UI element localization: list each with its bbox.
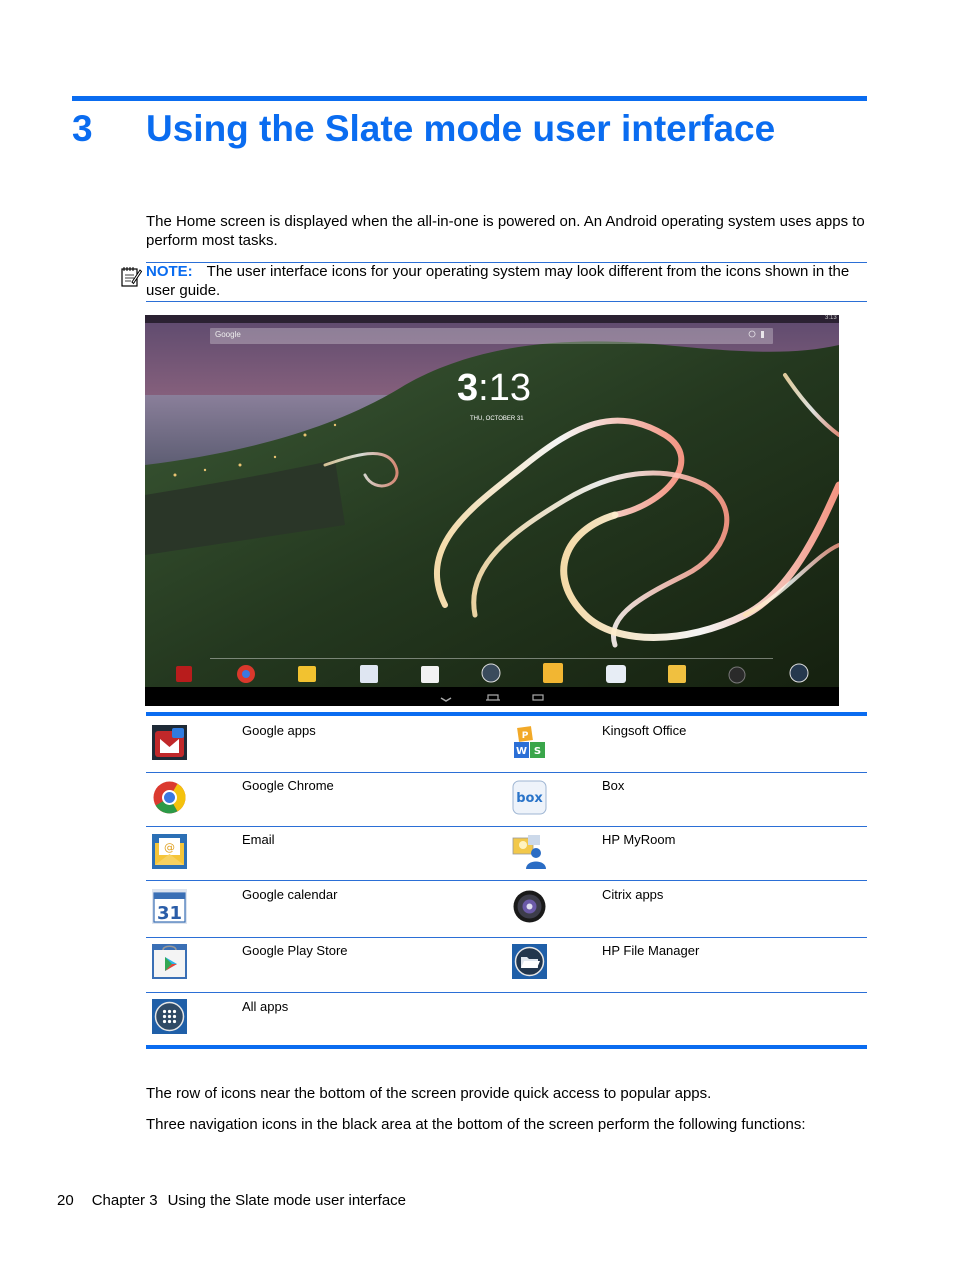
clock-widget: 3:13 [457,367,531,410]
home-screen-screenshot: Google 3:13 3:13 THU, OCTOBER 31 [145,315,839,706]
clock-hour: 3 [457,367,479,409]
box-icon[interactable] [606,665,626,683]
app-label: Google Play Store [242,943,348,958]
svg-text:P: P [522,731,529,741]
svg-text:@: @ [164,841,175,854]
chapter-number: 3 [72,108,93,149]
note-icon [121,267,142,287]
page-number: 20 [57,1192,74,1209]
page-footer: 20 Chapter 3 Using the Slate mode user int… [57,1192,406,1209]
note-bottom-rule [146,301,867,302]
clock-date: THU, OCTOBER 31 [470,416,524,422]
clock-minutes: :13 [478,367,531,409]
hp-myroom-icon[interactable] [668,665,686,683]
chrome-icon [153,781,186,814]
intro-paragraph: The Home screen is displayed when the al… [146,213,865,249]
table-row-rule [146,937,867,938]
file-manager-icon [512,944,547,979]
table-bottom-rule [146,1045,867,1049]
calendar-day: 31 [157,903,182,924]
app-label: Google apps [242,723,316,738]
app-label: All apps [242,999,289,1014]
calendar-icon[interactable] [360,665,378,683]
note-label: NOTE: [146,263,193,280]
kingsoft-office-icon: P W S [512,725,547,760]
table-row-rule [146,826,867,827]
chapter-rule [72,96,867,101]
citrix-icon[interactable] [728,666,746,684]
app-label: Kingsoft Office [602,723,687,738]
table-top-rule [146,712,867,716]
box-logo-text: box [516,791,543,806]
search-bar-label[interactable]: Google [215,330,241,339]
chapter-title: Using the Slate mode user interface [146,108,776,149]
svg-text:S: S [534,746,541,757]
google-apps-icon [152,725,187,760]
table-row-rule [146,992,867,993]
app-label: Google Chrome [242,778,334,793]
mic-icon[interactable] [761,331,764,338]
svg-text:W: W [516,746,527,757]
hp-myroom-icon [512,835,546,869]
app-label: HP MyRoom [602,832,676,847]
box-icon: box [512,780,547,815]
app-label: Email [242,832,275,847]
body-paragraph: The row of icons near the bottom of the … [146,1085,712,1102]
app-label: Google calendar [242,887,338,902]
calendar-icon: 31 [152,889,187,924]
kingsoft-office-icon[interactable] [543,663,563,683]
app-label: Box [602,778,625,793]
play-store-icon[interactable] [421,666,439,683]
all-apps-icon[interactable] [481,663,501,683]
footer-chapter: Chapter 3 [91,1192,158,1209]
note-text: The user interface icons for your operat… [146,263,850,299]
citrix-icon [513,890,546,923]
play-store-icon [152,944,187,979]
file-manager-icon[interactable] [789,663,809,683]
email-icon: @ [152,834,187,869]
app-label: Citrix apps [602,887,664,902]
footer-title: Using the Slate mode user interface [167,1192,407,1209]
app-label: HP File Manager [602,943,700,958]
email-icon[interactable] [298,666,316,682]
table-row-rule [146,880,867,881]
body-paragraph: Three navigation icons in the black area… [146,1116,806,1133]
table-row-rule [146,772,867,773]
note: NOTE: The user interface icons for your o… [146,262,867,300]
google-apps-icon[interactable] [176,666,192,682]
all-apps-icon [152,999,187,1034]
status-bar-time: 3:13 [825,315,837,321]
